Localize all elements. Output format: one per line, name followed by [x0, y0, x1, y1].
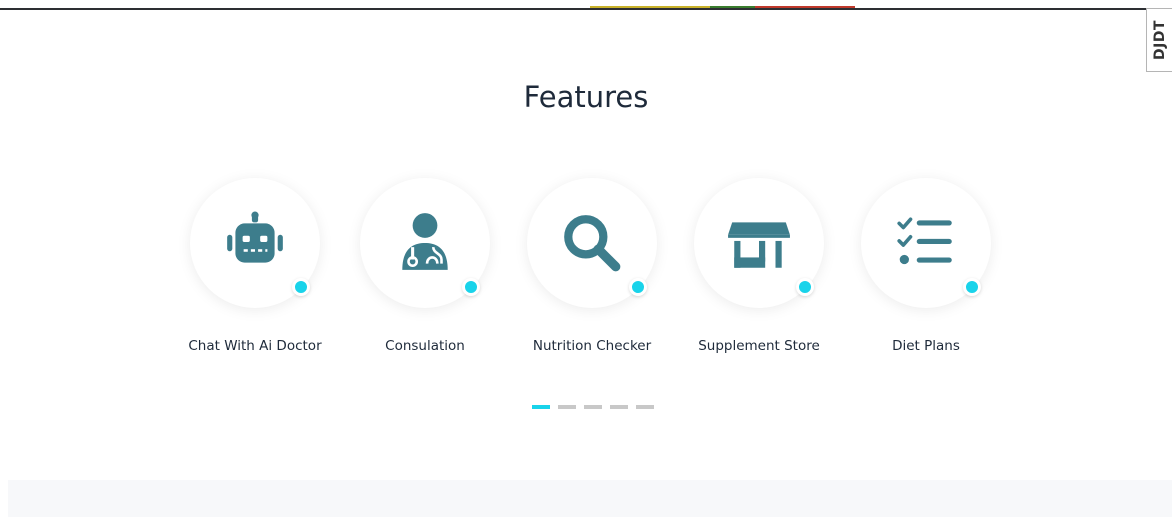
feature-chat-ai-doctor[interactable]: Chat With Ai Doctor	[170, 178, 340, 354]
header-accent-strip	[755, 6, 855, 8]
checklist-icon	[897, 217, 952, 265]
pagination-dash-2[interactable]	[558, 405, 576, 409]
debug-toolbar-toggle[interactable]: DJDT	[1146, 8, 1172, 72]
feature-label: Diet Plans	[892, 338, 960, 354]
section-title: Features	[523, 80, 649, 114]
feature-indicator-dot	[796, 278, 814, 296]
header-accent-strip	[590, 6, 710, 8]
header-bar	[0, 0, 1172, 10]
feature-label: Consulation	[385, 338, 465, 354]
feature-indicator-dot	[629, 278, 647, 296]
feature-supplement-store[interactable]: Supplement Store	[674, 178, 844, 354]
feature-icon-circle	[527, 178, 657, 308]
page: DJDT Features Chat With Ai Doctor Consul…	[0, 0, 1172, 517]
carousel-pagination	[532, 405, 654, 409]
search-icon	[564, 215, 621, 272]
next-section-background	[8, 480, 1172, 517]
feature-diet-plans[interactable]: Diet Plans	[841, 178, 1011, 354]
feature-indicator-dot	[462, 278, 480, 296]
feature-label: Nutrition Checker	[532, 338, 652, 354]
feature-icon-circle	[190, 178, 320, 308]
doctor-icon	[402, 213, 448, 270]
feature-icon-circle	[861, 178, 991, 308]
feature-icon-circle	[360, 178, 490, 308]
feature-consultation[interactable]: Consulation	[340, 178, 510, 354]
debug-toolbar-label: DJDT	[1151, 19, 1168, 60]
pagination-dash-4[interactable]	[610, 405, 628, 409]
feature-icon-circle	[694, 178, 824, 308]
header-accent-strip	[710, 6, 755, 8]
pagination-dash-5[interactable]	[636, 405, 654, 409]
pagination-dash-1[interactable]	[532, 405, 550, 409]
features-carousel: Chat With Ai Doctor Consulation Nutritio…	[0, 178, 1172, 368]
feature-indicator-dot	[292, 278, 310, 296]
pagination-dash-3[interactable]	[584, 405, 602, 409]
store-icon	[728, 222, 790, 268]
feature-label: Chat With Ai Doctor	[188, 338, 322, 354]
robot-icon	[227, 211, 283, 263]
feature-nutrition-checker[interactable]: Nutrition Checker	[507, 178, 677, 354]
feature-label: Supplement Store	[698, 338, 820, 354]
feature-indicator-dot	[963, 278, 981, 296]
